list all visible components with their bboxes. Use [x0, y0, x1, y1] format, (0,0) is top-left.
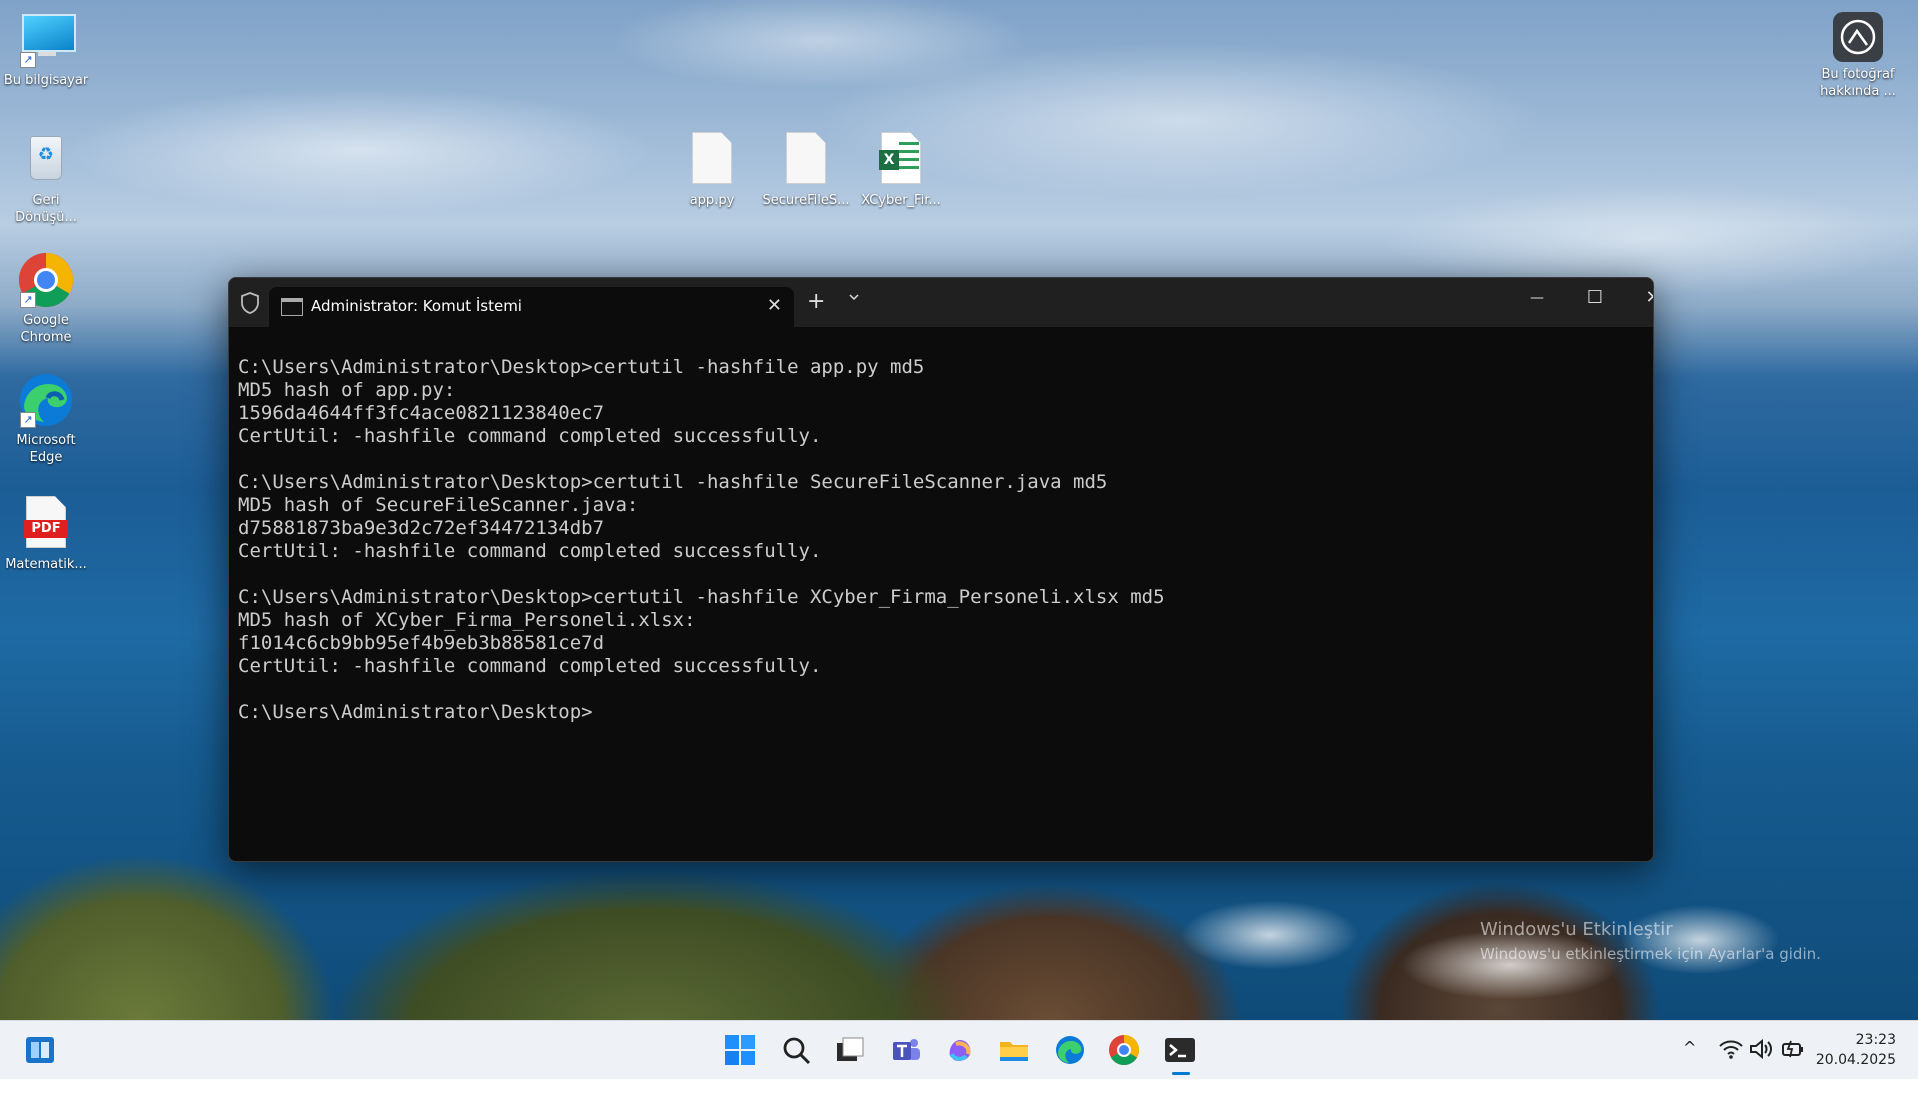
edge-icon: ↗: [18, 372, 74, 428]
taskbar: ^ 23:23 20.04.2025: [0, 1020, 1918, 1079]
desktop-icon-label: XCyber_Fir...: [861, 193, 941, 208]
volume-icon[interactable]: [1748, 1036, 1774, 1062]
desktop-icon-microsoft-edge[interactable]: ↗ Microsoft Edge: [0, 372, 92, 466]
excel-file-icon: X: [873, 132, 929, 188]
console-line: MD5 hash of app.py:: [238, 379, 456, 401]
recycle-bin-icon: ♻: [18, 132, 74, 188]
clock-time: 23:23: [1855, 1032, 1896, 1048]
file-icon: [684, 132, 740, 188]
desktop-icon-xcyber-xlsx[interactable]: X XCyber_Fir...: [855, 132, 947, 209]
desktop-icon-label: Matematik...: [5, 557, 87, 572]
teams-icon[interactable]: [890, 1034, 922, 1066]
console-line: f1014c6cb9bb95ef4b9eb3b88581ce7d: [238, 632, 605, 654]
terminal-icon[interactable]: [1164, 1034, 1196, 1066]
widgets-icon[interactable]: [24, 1034, 56, 1066]
console-line: CertUtil: -hashfile command completed su…: [238, 425, 822, 447]
watermark-title: Windows'u Etkinleştir: [1480, 919, 1673, 940]
console-line: CertUtil: -hashfile command completed su…: [238, 655, 822, 677]
file-explorer-icon[interactable]: [998, 1034, 1030, 1066]
console-line: C:\Users\Administrator\Desktop>certutil …: [238, 471, 1108, 493]
battery-icon[interactable]: [1780, 1036, 1806, 1062]
copilot-icon[interactable]: [944, 1034, 976, 1066]
desktop-icon-securefilescanner[interactable]: SecureFileS...: [760, 132, 852, 209]
file-icon: [778, 132, 834, 188]
desktop-icon-about-photo[interactable]: Bu fotoğraf hakkında ...: [1806, 12, 1910, 100]
desktop-icon-recycle-bin[interactable]: ♻ Geri Dönüşü...: [0, 132, 92, 226]
camera-info-icon: [1833, 12, 1883, 62]
watermark-subtitle: Windows'u etkinleştirmek için Ayarlar'a …: [1480, 945, 1821, 963]
wifi-icon[interactable]: [1718, 1036, 1744, 1062]
desktop-icon-label: Bu bilgisayar: [3, 73, 89, 88]
command-prompt-icon: [281, 298, 303, 316]
task-view-icon[interactable]: [834, 1034, 866, 1066]
chevron-down-icon[interactable]: [849, 292, 859, 302]
admin-shield-icon: [241, 292, 259, 314]
desktop-icon-pdf-file[interactable]: PDF Matematik...: [0, 496, 92, 573]
console-line: MD5 hash of SecureFileScanner.java:: [238, 494, 639, 516]
tab-command-prompt[interactable]: Administrator: Komut İstemi ✕: [269, 287, 794, 327]
shortcut-arrow-icon: ↗: [20, 52, 36, 68]
chrome-icon[interactable]: [1108, 1034, 1140, 1066]
console-line: 1596da4644ff3fc4ace0821123840ec7: [238, 402, 605, 424]
terminal-titlebar[interactable]: Administrator: Komut İstemi ✕ + — ☐ ✕: [229, 278, 1653, 327]
monitor-icon: ↗: [18, 12, 76, 68]
desktop-icon-label: Google Chrome: [20, 313, 72, 345]
new-tab-button[interactable]: +: [807, 289, 825, 314]
console-line: C:\Users\Administrator\Desktop>certutil …: [238, 356, 925, 378]
active-app-indicator: [1172, 1072, 1190, 1075]
shortcut-arrow-icon: ↗: [20, 292, 36, 308]
excel-badge: X: [879, 150, 899, 170]
close-tab-button[interactable]: ✕: [767, 295, 782, 316]
chrome-icon: ↗: [18, 252, 74, 308]
minimize-button[interactable]: —: [1508, 278, 1566, 318]
edge-icon[interactable]: [1054, 1034, 1086, 1066]
desktop-icon-label: SecureFileS...: [762, 193, 850, 208]
desktop-icon-this-pc[interactable]: ↗ Bu bilgisayar: [0, 12, 92, 89]
tab-title: Administrator: Komut İstemi: [311, 297, 522, 315]
console-line: C:\Users\Administrator\Desktop>certutil …: [238, 586, 1165, 608]
console-line: d75881873ba9e3d2c72ef34472134db7: [238, 517, 605, 539]
tray-chevron-button[interactable]: ^: [1683, 1038, 1696, 1096]
desktop-icon-app-py[interactable]: app.py: [666, 132, 758, 209]
desktop-icon-label: Geri Dönüşü...: [15, 193, 77, 225]
desktop-icon-google-chrome[interactable]: ↗ Google Chrome: [0, 252, 92, 346]
console-line: CertUtil: -hashfile command completed su…: [238, 540, 822, 562]
search-icon[interactable]: [780, 1034, 812, 1066]
console-line: C:\Users\Administrator\Desktop>: [238, 701, 593, 723]
system-clock[interactable]: 23:23 20.04.2025: [1816, 1030, 1896, 1070]
close-window-button[interactable]: ✕: [1624, 278, 1653, 318]
wallpaper-foam: [1180, 900, 1360, 970]
shortcut-arrow-icon: ↗: [20, 412, 36, 428]
terminal-window[interactable]: Administrator: Komut İstemi ✕ + — ☐ ✕ C:…: [228, 277, 1654, 862]
desktop-icon-label: app.py: [689, 193, 735, 208]
pdf-file-icon: PDF: [18, 496, 74, 552]
activation-watermark: Windows'u Etkinleştir Windows'u etkinleş…: [1480, 918, 1821, 966]
desktop-icon-label: Microsoft Edge: [16, 433, 76, 465]
clock-date: 20.04.2025: [1815, 1052, 1896, 1068]
maximize-button[interactable]: ☐: [1566, 278, 1624, 318]
start-icon[interactable]: [724, 1034, 756, 1066]
console-line: MD5 hash of XCyber_Firma_Personeli.xlsx:: [238, 609, 696, 631]
pdf-badge: PDF: [24, 520, 68, 538]
desktop-icon-label: Bu fotoğraf hakkında ...: [1820, 67, 1896, 99]
console-output[interactable]: C:\Users\Administrator\Desktop>certutil …: [238, 356, 1165, 724]
